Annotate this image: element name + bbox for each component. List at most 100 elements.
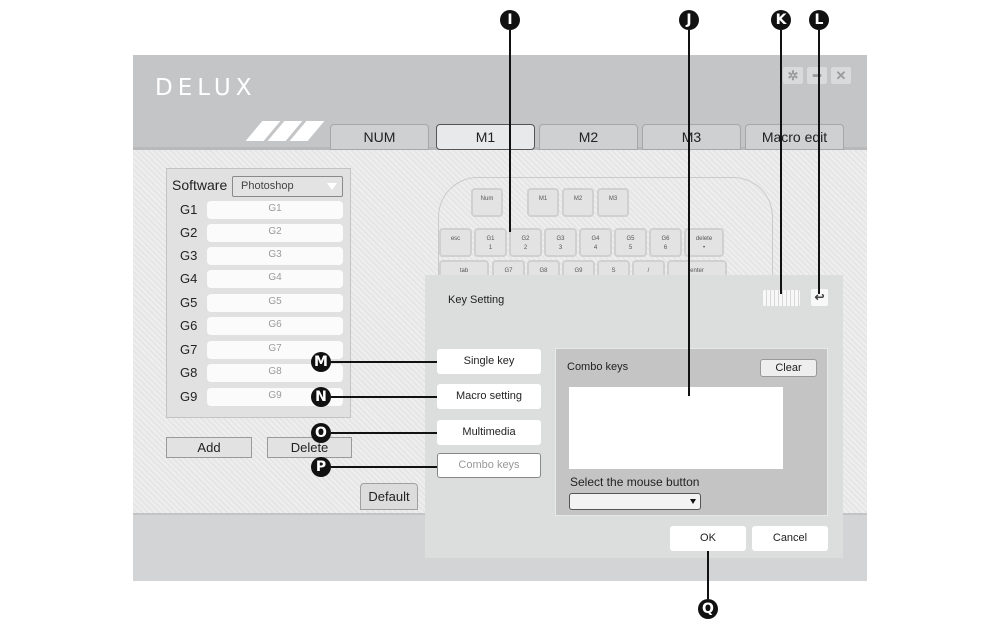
callout-marker: O [311,423,331,443]
key-g5[interactable]: G5 5 [614,228,647,257]
tab-m1[interactable]: M1 [436,124,535,150]
key-delete[interactable]: delete • [684,228,724,257]
delete-button[interactable]: Delete [267,437,352,458]
combo-keys-panel: Combo keys Clear Select the mouse button [555,348,828,516]
software-select[interactable]: Photoshop [232,176,343,197]
gkey-label: G7 [180,342,198,357]
key-label: G5 [626,236,635,242]
key-label: delete [695,236,713,242]
key-label: tab [459,268,469,274]
key-label: / [647,268,650,274]
macro-setting-button[interactable]: Macro setting [437,384,541,409]
combo-keys-input[interactable] [569,387,783,469]
gkey-row: G4 G4 [167,270,352,289]
gkey-input[interactable]: G1 [207,201,343,219]
clear-button[interactable]: Clear [760,359,817,377]
key-label: G2 [521,236,530,242]
gkey-label: G8 [180,365,198,380]
add-button[interactable]: Add [166,437,252,458]
key-label: M1 [538,196,548,202]
key-m2[interactable]: M2 [562,188,594,217]
callout-marker: N [311,387,331,407]
callout-marker: Q [698,599,718,619]
key-sublabel: 4 [593,245,598,251]
key-label: G1 [486,236,495,242]
cancel-button[interactable]: Cancel [752,526,828,551]
gkey-input[interactable]: G6 [207,317,343,335]
key-g3[interactable]: G3 3 [544,228,577,257]
key-label: M2 [573,196,583,202]
callout-line [707,551,709,599]
gkey-row: G6 G6 [167,317,352,336]
callout-line [818,30,820,294]
gkey-row: G3 G3 [167,247,352,266]
default-button[interactable]: Default [360,483,418,510]
key-m3[interactable]: M3 [597,188,629,217]
callout-line [331,466,437,468]
callout-marker: K [771,10,791,30]
gkey-input[interactable]: G3 [207,247,343,265]
callout-marker: I [500,10,520,30]
gkey-row: G1 G1 [167,201,352,220]
software-label: Software [172,177,228,193]
combo-keys-button[interactable]: Combo keys [437,453,541,478]
callout-line [688,30,690,396]
key-m1[interactable]: M1 [527,188,559,217]
key-label: G9 [574,268,583,274]
gkey-input[interactable]: G4 [207,270,343,288]
tab-m2[interactable]: M2 [539,124,638,150]
key-sublabel: 2 [523,245,528,251]
callout-line [509,30,511,232]
key-sublabel: 1 [488,245,493,251]
key-sublabel: 6 [663,245,668,251]
callout-line [331,396,437,398]
gkey-row: G5 G5 [167,294,352,313]
gkey-label: G5 [180,295,198,310]
key-label: G8 [539,268,548,274]
chevron-down-icon [690,499,696,504]
key-sublabel: • [702,245,706,251]
brand-stripes [245,121,325,141]
gear-icon[interactable]: ✲ [783,67,803,84]
tab-macro-edit[interactable]: Macro edit [745,124,844,150]
gkey-label: G9 [180,389,198,404]
key-g2[interactable]: G2 2 [509,228,542,257]
key-label: enter [690,268,704,274]
multimedia-button[interactable]: Multimedia [437,420,541,445]
key-label: G6 [661,236,670,242]
gkey-row: G2 G2 [167,224,352,243]
key-sublabel: 5 [628,245,633,251]
chevron-down-icon [327,183,337,190]
gkey-label: G3 [180,248,198,263]
key-label: G3 [556,236,565,242]
gkey-label: G1 [180,202,198,217]
single-key-button[interactable]: Single key [437,349,541,374]
gkey-input[interactable]: G2 [207,224,343,242]
tab-num[interactable]: NUM [330,124,429,150]
dialog-title: Key Setting [448,294,505,306]
gkey-input[interactable]: G5 [207,294,343,312]
key-label: esc [450,236,461,242]
key-num[interactable]: Num [471,188,503,217]
key-g4[interactable]: G4 4 [579,228,612,257]
tab-m3[interactable]: M3 [642,124,741,150]
key-label: Num [480,196,494,202]
gkey-label: G2 [180,225,198,240]
gkey-label: G4 [180,271,198,286]
ok-button[interactable]: OK [670,526,746,551]
software-panel: Software Photoshop G1 G1 G2 G2 G3 G3 G4 G4 G… [166,168,351,418]
key-label: G4 [591,236,600,242]
minimize-icon[interactable]: ━ [807,67,827,84]
logo: DELUX [155,75,257,101]
mouse-button-select[interactable] [569,493,701,510]
callout-marker: J [679,10,699,30]
key-setting-dialog: Key Setting ↩ Single key Macro setting M… [425,275,843,558]
key-label: M3 [608,196,618,202]
close-icon[interactable]: ✕ [831,67,851,84]
callout-marker: L [809,10,829,30]
key-g1[interactable]: G1 1 [474,228,507,257]
combo-keys-title: Combo keys [567,361,629,373]
key-esc[interactable]: esc [439,228,472,257]
key-sublabel: 3 [558,245,563,251]
key-g6[interactable]: G6 6 [649,228,682,257]
